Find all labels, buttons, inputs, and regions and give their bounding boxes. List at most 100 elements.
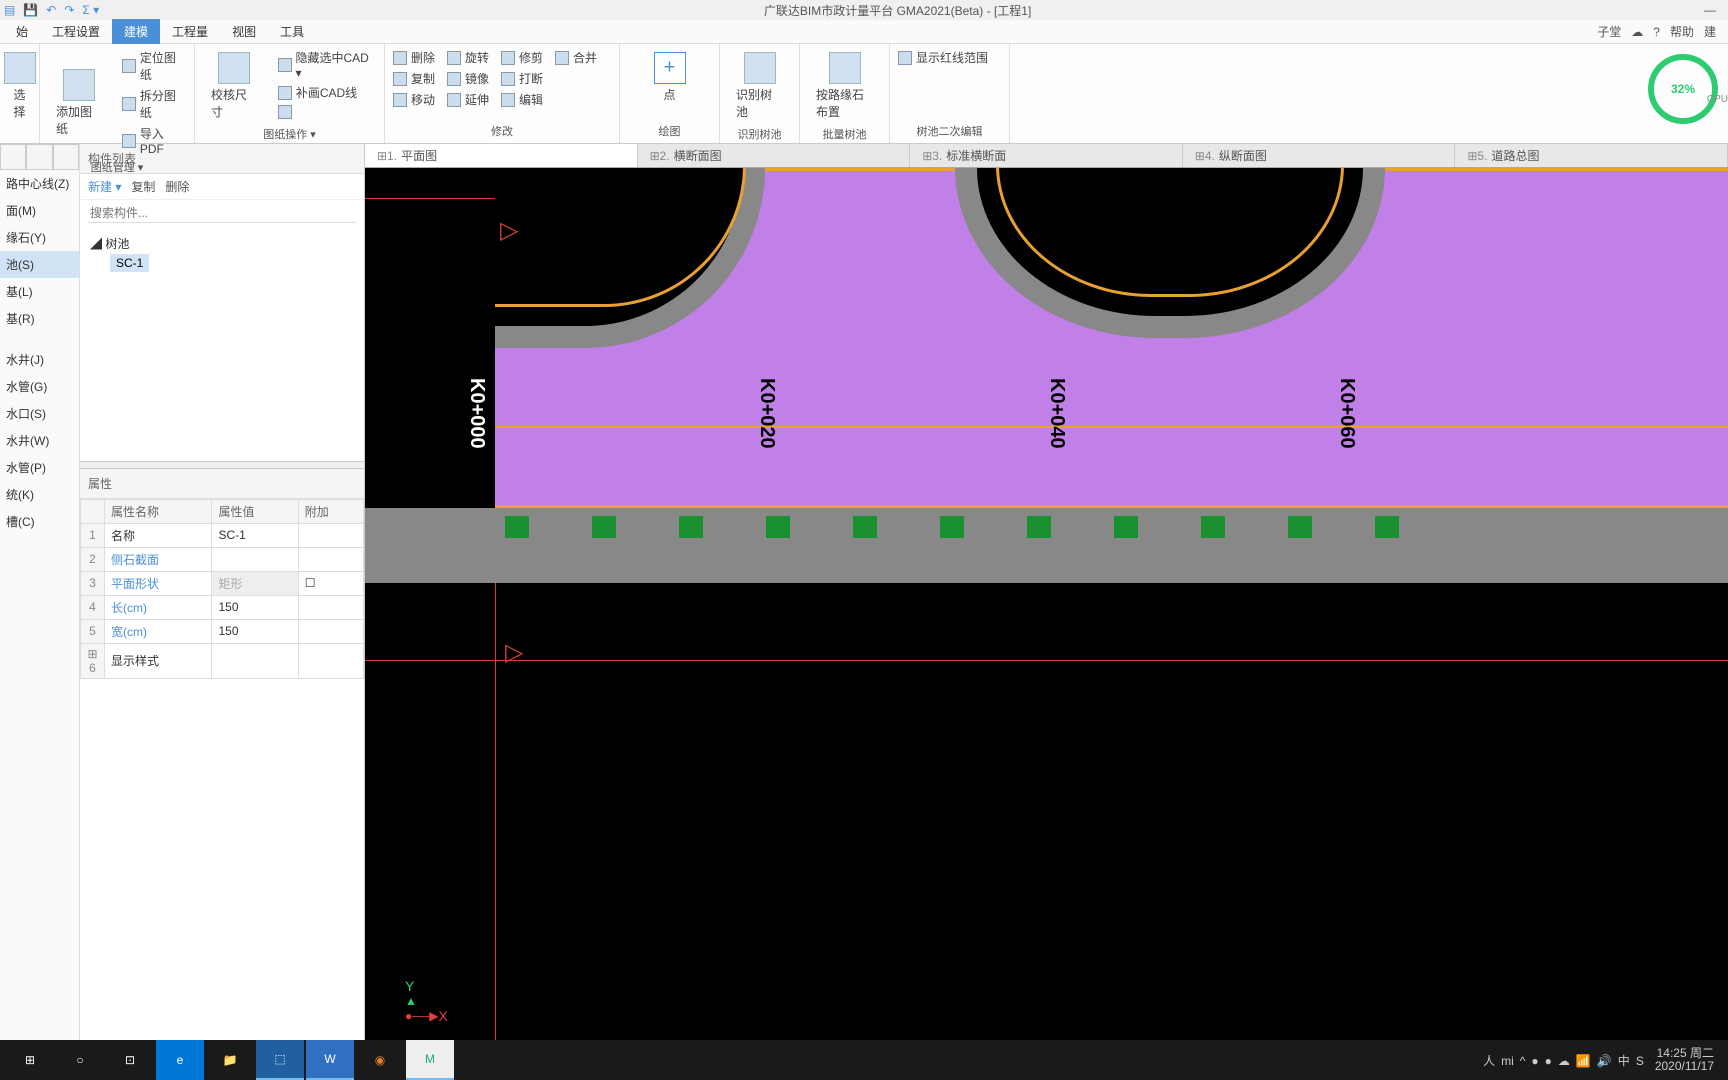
- cortana-button[interactable]: ○: [56, 1040, 104, 1080]
- help-label[interactable]: 帮助: [1670, 23, 1694, 40]
- app2-icon[interactable]: ◉: [356, 1040, 404, 1080]
- nav-item[interactable]: 水管(G): [0, 373, 79, 400]
- draw-cad-button[interactable]: 补画CAD线: [278, 83, 376, 102]
- trim-button[interactable]: 修剪: [501, 48, 543, 67]
- nav-item[interactable]: 面(M): [0, 197, 79, 224]
- user-label[interactable]: 子堂: [1597, 23, 1621, 40]
- cad-item3[interactable]: [278, 104, 376, 120]
- copy-component-button[interactable]: 复制: [131, 178, 155, 195]
- tray-icon[interactable]: 📶: [1573, 1054, 1594, 1068]
- tree-pit[interactable]: [1288, 516, 1312, 538]
- prop-value[interactable]: SC-1: [212, 523, 298, 547]
- cloud-icon[interactable]: ☁: [1631, 25, 1643, 39]
- move-button[interactable]: 移动: [393, 90, 435, 109]
- menu-tab-quantity[interactable]: 工程量: [160, 19, 220, 44]
- nav-item[interactable]: 水管(P): [0, 454, 79, 481]
- identify-tree-button[interactable]: 识别树池: [728, 48, 791, 124]
- start-button[interactable]: ⊞: [6, 1040, 54, 1080]
- menu-tab-settings[interactable]: 工程设置: [40, 19, 112, 44]
- menu-tab-start[interactable]: 始: [4, 19, 40, 44]
- merge-button[interactable]: 合并: [555, 48, 597, 67]
- app-icon[interactable]: ⬚: [256, 1040, 304, 1080]
- tree-pit[interactable]: [940, 516, 964, 538]
- nav-item[interactable]: 槽(C): [0, 508, 79, 535]
- prop-value[interactable]: 150: [212, 595, 298, 619]
- mirror-button[interactable]: 镜像: [447, 69, 489, 88]
- new-component-button[interactable]: 新建 ▾: [88, 178, 121, 195]
- menu-tab-tools[interactable]: 工具: [268, 19, 316, 44]
- nav-item[interactable]: 统(K): [0, 481, 79, 508]
- tree-pit[interactable]: [505, 516, 529, 538]
- prop-value[interactable]: 矩形: [212, 571, 298, 595]
- nav-item[interactable]: 缘石(Y): [0, 224, 79, 251]
- qat-redo-icon[interactable]: ↷: [64, 3, 74, 17]
- point-button[interactable]: + 点: [628, 48, 711, 107]
- extend-button[interactable]: 延伸: [447, 90, 489, 109]
- menu-tab-model[interactable]: 建模: [112, 19, 160, 44]
- view-tab[interactable]: ⊞5. 道路总图: [1455, 144, 1728, 167]
- qat-sum-icon[interactable]: Σ ▾: [82, 3, 99, 17]
- tray-icon[interactable]: ●: [1528, 1054, 1541, 1068]
- tray-icon[interactable]: mi: [1498, 1054, 1517, 1068]
- view-tab[interactable]: ⊞1. 平面图: [365, 144, 638, 167]
- nav-item[interactable]: 水口(S): [0, 400, 79, 427]
- nav-item[interactable]: 水井(J): [0, 346, 79, 373]
- tray-icon[interactable]: ^: [1517, 1054, 1529, 1068]
- tree-pit[interactable]: [853, 516, 877, 538]
- tree-pit[interactable]: [1027, 516, 1051, 538]
- view-tab[interactable]: ⊞3. 标准横断面: [910, 144, 1183, 167]
- explorer-icon[interactable]: 📁: [206, 1040, 254, 1080]
- rotate-button[interactable]: 旋转: [447, 48, 489, 67]
- tree-pit[interactable]: [679, 516, 703, 538]
- wps-icon[interactable]: W: [306, 1040, 354, 1080]
- curb-layout-button[interactable]: 按路缘石布置: [808, 48, 881, 124]
- locate-drawing-button[interactable]: 定位图纸: [122, 48, 186, 84]
- tree-root[interactable]: ◢ 树池: [90, 233, 354, 254]
- check-size-button[interactable]: 校核尺寸: [203, 48, 266, 124]
- new-label[interactable]: 建: [1704, 23, 1716, 40]
- gma-icon[interactable]: M: [406, 1040, 454, 1080]
- tray-icon[interactable]: ☁: [1555, 1054, 1573, 1068]
- tree-leaf-sc1[interactable]: SC-1: [110, 254, 149, 272]
- tray-icon[interactable]: S: [1633, 1054, 1647, 1068]
- taskview-button[interactable]: ⊡: [106, 1040, 154, 1080]
- tree-pit[interactable]: [592, 516, 616, 538]
- tree-pit[interactable]: [766, 516, 790, 538]
- delete-button[interactable]: 删除: [393, 48, 435, 67]
- search-input[interactable]: [88, 204, 356, 223]
- edge-icon[interactable]: e: [156, 1040, 204, 1080]
- nav-item[interactable]: 基(L): [0, 278, 79, 305]
- prop-value[interactable]: 150: [212, 619, 298, 643]
- tree-pit[interactable]: [1114, 516, 1138, 538]
- nav-item[interactable]: 水井(W): [0, 427, 79, 454]
- tree-pit[interactable]: [1375, 516, 1399, 538]
- delete-component-button[interactable]: 删除: [165, 178, 189, 195]
- nav-item[interactable]: 基(R): [0, 305, 79, 332]
- select-button[interactable]: 选择: [8, 48, 31, 124]
- tray-icon[interactable]: ●: [1542, 1054, 1555, 1068]
- import-pdf-button[interactable]: 导入PDF: [122, 124, 186, 157]
- view-tab[interactable]: ⊞4. 纵断面图: [1183, 144, 1456, 167]
- tree-pit[interactable]: [1201, 516, 1225, 538]
- view-tab[interactable]: ⊞2. 横断面图: [638, 144, 911, 167]
- drawing-canvas[interactable]: K0+000 K0+020 K0+040 K0+060 ▷ ▷ Y ▲ ●──▶…: [365, 168, 1728, 1044]
- nav-item[interactable]: 池(S): [0, 251, 79, 278]
- menu-tab-view[interactable]: 视图: [220, 19, 268, 44]
- qat-save-icon[interactable]: 💾: [23, 3, 38, 17]
- qat-menu-icon[interactable]: ▤: [4, 3, 15, 17]
- prop-value[interactable]: [212, 643, 298, 678]
- edit-button[interactable]: 编辑: [501, 90, 543, 109]
- copy-button[interactable]: 复制: [393, 69, 435, 88]
- hide-cad-button[interactable]: 隐藏选中CAD ▾: [278, 48, 376, 81]
- question-icon[interactable]: ?: [1653, 25, 1660, 39]
- prop-value[interactable]: [212, 547, 298, 571]
- break-button[interactable]: 打断: [501, 69, 543, 88]
- tray-icon[interactable]: 中: [1615, 1054, 1633, 1068]
- split-drawing-button[interactable]: 拆分图纸: [122, 86, 186, 122]
- add-drawing-button[interactable]: 添加图纸: [48, 48, 110, 157]
- show-redline-button[interactable]: 显示红线范围: [898, 48, 1001, 67]
- tray-icon[interactable]: 人: [1480, 1054, 1498, 1068]
- tray-icon[interactable]: 🔊: [1594, 1054, 1615, 1068]
- panel-resizer[interactable]: [80, 461, 364, 469]
- clock[interactable]: 14:25 周二 2020/11/17: [1655, 1047, 1714, 1073]
